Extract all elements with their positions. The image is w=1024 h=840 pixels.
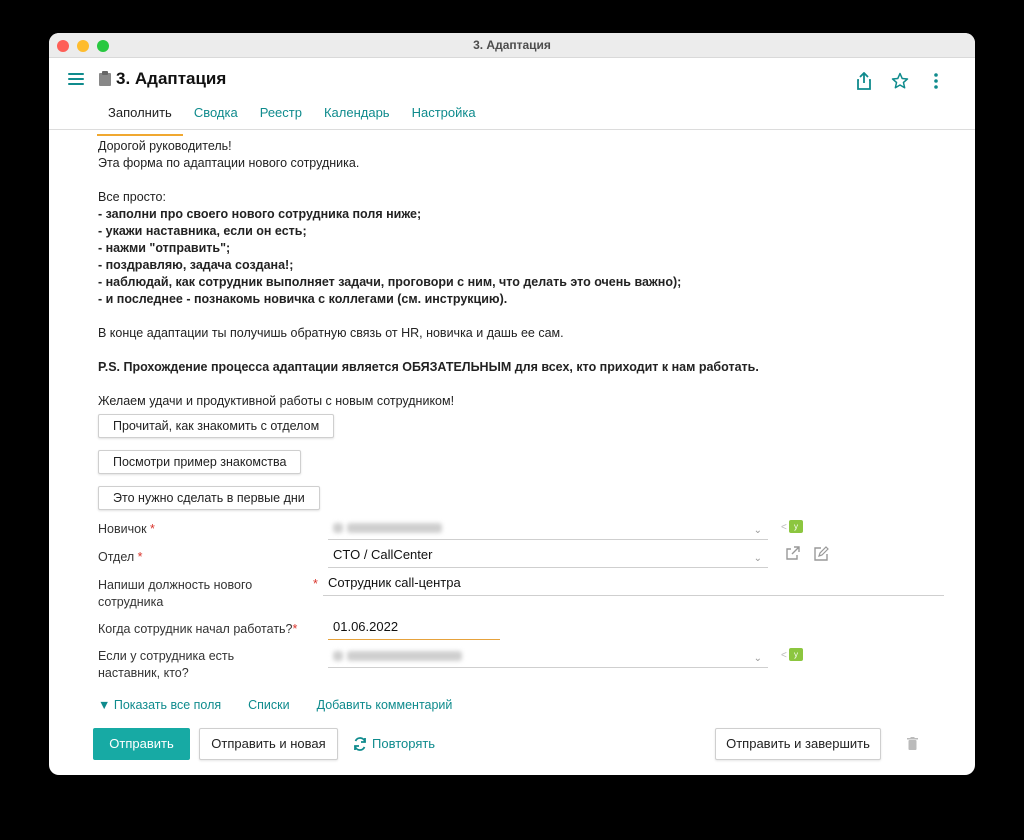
window-title: 3. Адаптация <box>473 38 551 52</box>
minimize-window-button[interactable] <box>77 40 89 52</box>
tab-calendar[interactable]: Календарь <box>313 103 401 129</box>
intro-greeting: Дорогой руководитель! <box>98 139 232 153</box>
start-date-value: 01.06.2022 <box>333 619 399 634</box>
first-days-button[interactable]: Это нужно сделать в первые дни <box>98 486 320 510</box>
more-options-icon[interactable] <box>925 70 947 92</box>
share-icon[interactable] <box>853 70 875 92</box>
intro-wish: Желаем удачи и продуктивной работы с нов… <box>98 394 455 408</box>
position-label: Напиши должность нового сотрудника <box>98 578 253 609</box>
close-window-button[interactable] <box>57 40 69 52</box>
tag-icon: y <box>789 648 803 661</box>
window-controls <box>57 40 109 52</box>
intro-subtitle: Эта форма по адаптации нового сотрудника… <box>98 156 360 170</box>
add-comment-link[interactable]: Добавить комментарий <box>317 698 453 712</box>
intro-text: Дорогой руководитель! Эта форма по адапт… <box>98 138 945 410</box>
repeat-button[interactable]: Повторять <box>353 728 435 760</box>
intro-step: - и последнее - познакомь новичка с колл… <box>98 292 508 306</box>
read-department-intro-button[interactable]: Прочитай, как знакомить с отделом <box>98 414 335 438</box>
chevron-down-icon: ⌄ <box>753 553 762 564</box>
arrow-left-icon: < <box>781 522 787 533</box>
start-date-input[interactable]: 01.06.2022 <box>328 616 500 640</box>
show-all-fields-link[interactable]: ▼ Показать все поля <box>98 698 221 712</box>
tab-registry[interactable]: Реестр <box>249 103 313 129</box>
zoom-window-button[interactable] <box>97 40 109 52</box>
trash-icon[interactable] <box>907 737 918 753</box>
chevron-down-icon: ⌄ <box>753 653 762 664</box>
star-icon[interactable] <box>889 70 911 92</box>
arrow-left-icon: < <box>781 650 787 661</box>
form-links: ▼ Показать все поля Списки Добавить комм… <box>98 698 452 712</box>
header-actions <box>853 70 947 92</box>
chevron-down-icon: ⌄ <box>753 525 762 536</box>
edit-icon[interactable] <box>814 546 829 564</box>
position-input[interactable]: Сотрудник call-центра <box>323 572 944 596</box>
tab-fill[interactable]: Заполнить <box>97 103 183 136</box>
refresh-icon <box>354 737 366 751</box>
intro-feedback: В конце адаптации ты получишь обратную с… <box>98 326 564 340</box>
intro-step: - нажми "отправить"; <box>98 241 231 255</box>
position-value: Сотрудник call-центра <box>328 575 461 590</box>
intro-ps: P.S. Прохождение процесса адаптации явля… <box>98 360 759 374</box>
tag-icon: y <box>789 520 803 533</box>
intro-step: - заполни про своего нового сотрудника п… <box>98 207 422 221</box>
form-actions: Отправить Отправить и новая Повторять От… <box>93 728 975 760</box>
tab-summary[interactable]: Сводка <box>183 103 249 129</box>
intro-step: - укажи наставника, если он есть; <box>98 224 307 238</box>
newbie-label: Новичок * <box>98 522 155 536</box>
submit-button[interactable]: Отправить <box>93 728 190 760</box>
lists-link[interactable]: Списки <box>248 698 289 712</box>
submit-finish-button[interactable]: Отправить и завершить <box>715 728 881 760</box>
example-intro-button[interactable]: Посмотри пример знакомства <box>98 450 302 474</box>
page-title: 3. Адаптация <box>116 69 227 88</box>
tab-settings[interactable]: Настройка <box>401 103 487 129</box>
submit-new-button[interactable]: Отправить и новая <box>199 728 338 760</box>
department-select[interactable]: CTO / CallCenter ⌄ <box>328 544 768 568</box>
newbie-select[interactable]: ⌄ <box>328 516 768 540</box>
intro-step: - наблюдай, как сотрудник выполняет зада… <box>98 275 682 289</box>
repeat-label: Повторять <box>372 736 436 751</box>
mentor-label: Если у сотрудника есть наставник, кто? <box>98 649 235 680</box>
title-bar: 3. Адаптация <box>49 33 975 58</box>
menu-icon[interactable] <box>68 73 84 87</box>
intro-step: - поздравляю, задача создана!; <box>98 258 294 272</box>
clipboard-icon <box>99 71 111 86</box>
app-window: 3. Адаптация 3. Адаптация Заполнить Свод… <box>49 33 975 775</box>
department-value: CTO / CallCenter <box>333 547 433 562</box>
tab-bar: Заполнить Сводка Реестр Календарь Настро… <box>49 103 975 136</box>
department-label: Отдел * <box>98 550 143 564</box>
page-header: 3. Адаптация <box>49 58 975 103</box>
start-date-label: Когда сотрудник начал работать?* <box>98 622 298 636</box>
mentor-select[interactable]: ⌄ <box>328 644 768 668</box>
open-external-icon[interactable] <box>786 546 800 563</box>
intro-simple: Все просто: <box>98 190 166 204</box>
